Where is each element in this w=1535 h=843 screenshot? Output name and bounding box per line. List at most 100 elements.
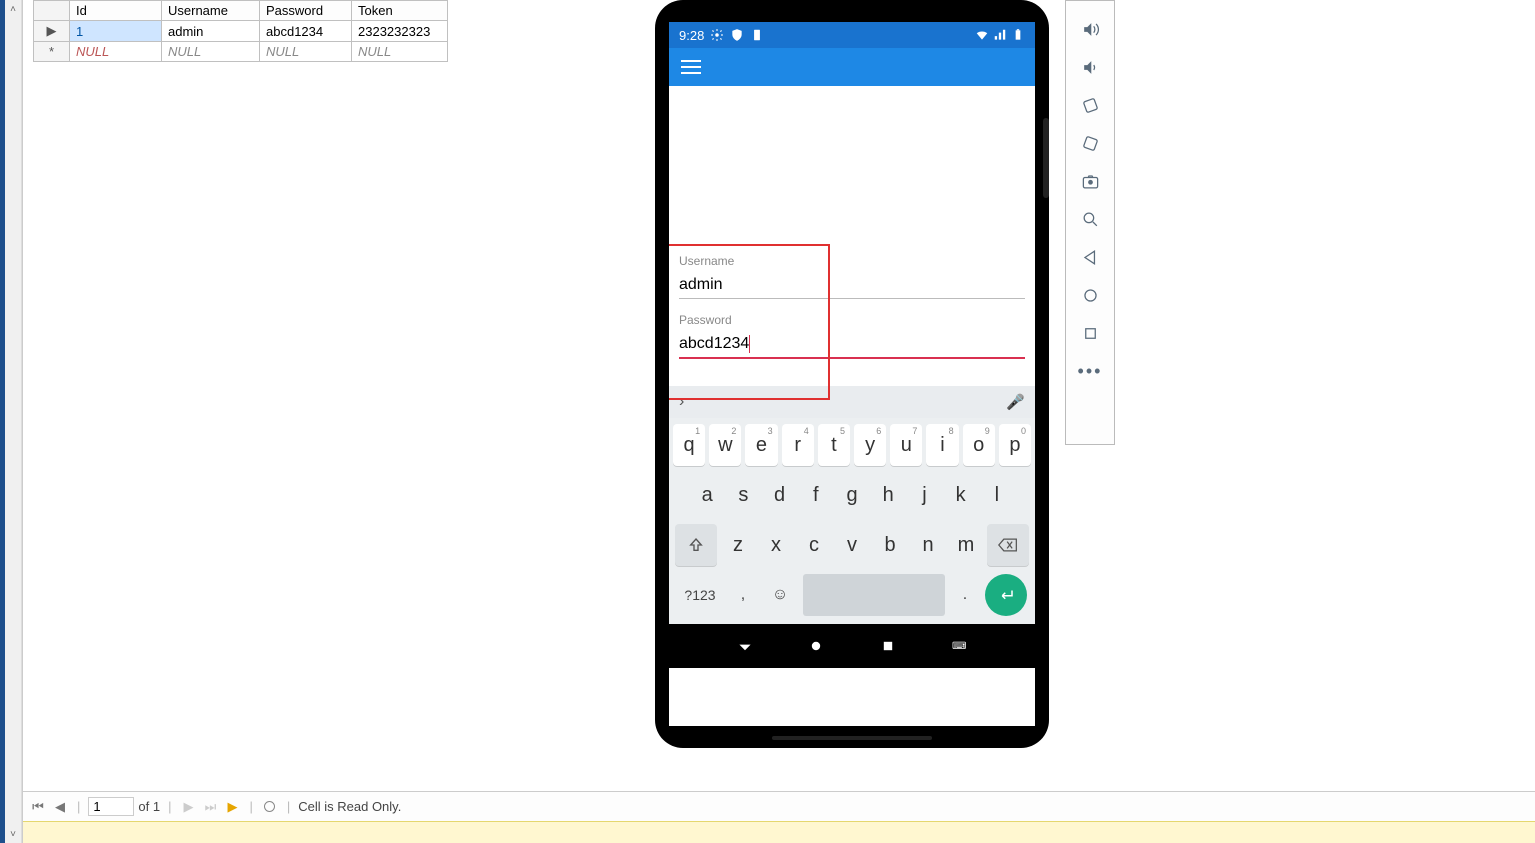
key-j[interactable]: j: [908, 474, 940, 516]
datagrid-navigator: ⏮ ◀ | of 1 | ▶ ⏭ ▶ | | Cell is Read Only…: [23, 791, 1535, 821]
zoom-button[interactable]: [1074, 203, 1106, 235]
table-row[interactable]: * NULL NULL NULL NULL: [34, 42, 448, 62]
comma-key[interactable]: ,: [729, 574, 757, 616]
emu-home-button[interactable]: [1074, 279, 1106, 311]
row-marker[interactable]: ▶: [34, 21, 70, 42]
key-o[interactable]: o9: [963, 424, 995, 466]
key-g[interactable]: g: [836, 474, 868, 516]
cell-username[interactable]: admin: [162, 21, 260, 42]
nav-home-button[interactable]: [806, 636, 826, 656]
nav-keyboard-button[interactable]: ⌨: [949, 636, 969, 656]
username-input[interactable]: admin: [679, 272, 1025, 299]
numeric-key[interactable]: ?123: [677, 574, 723, 616]
keyboard-row-bottom: ?123 , ☺ .: [673, 574, 1031, 622]
key-p[interactable]: p0: [999, 424, 1031, 466]
key-w[interactable]: w2: [709, 424, 741, 466]
nav-current-row-input[interactable]: [88, 797, 134, 816]
enter-key[interactable]: [985, 574, 1027, 616]
cell-username[interactable]: NULL: [162, 42, 260, 62]
screenshot-button[interactable]: [1074, 165, 1106, 197]
backspace-key[interactable]: [987, 524, 1029, 566]
key-b[interactable]: b: [873, 524, 907, 566]
header-id[interactable]: Id: [70, 1, 162, 21]
key-x[interactable]: x: [759, 524, 793, 566]
signal-icon: [993, 28, 1007, 42]
header-username[interactable]: Username: [162, 1, 260, 21]
key-f[interactable]: f: [800, 474, 832, 516]
emoji-key[interactable]: ☺: [763, 574, 797, 616]
nav-add-icon[interactable]: ▶: [223, 798, 241, 816]
status-strip: [23, 821, 1535, 843]
volume-up-button[interactable]: [1074, 13, 1106, 45]
hamburger-icon[interactable]: [681, 60, 701, 74]
data-grid[interactable]: Id Username Password Token ▶ 1 admin abc…: [33, 0, 448, 62]
key-a[interactable]: a: [691, 474, 723, 516]
mic-icon[interactable]: 🎤: [1006, 393, 1025, 411]
cell-token[interactable]: 2323232323: [352, 21, 448, 42]
key-t[interactable]: t5: [818, 424, 850, 466]
key-i[interactable]: i8: [926, 424, 958, 466]
cell-token[interactable]: NULL: [352, 42, 448, 62]
cell-password[interactable]: abcd1234: [260, 21, 352, 42]
header-token[interactable]: Token: [352, 1, 448, 21]
nav-of-label: of 1: [138, 799, 160, 814]
emu-back-button[interactable]: [1074, 241, 1106, 273]
chevron-right-icon[interactable]: ›: [679, 393, 684, 411]
sim-icon: [750, 28, 764, 42]
scroll-up-arrow[interactable]: ˄: [5, 0, 21, 18]
key-k[interactable]: k: [945, 474, 977, 516]
soft-keyboard[interactable]: q1w2e3r4t5y6u7i8o9p0 asdfghjkl zxcvbnm ?…: [669, 418, 1035, 624]
key-s[interactable]: s: [727, 474, 759, 516]
rotate-left-button[interactable]: [1074, 89, 1106, 121]
volume-down-button[interactable]: [1074, 51, 1106, 83]
scroll-down-arrow[interactable]: ˅: [5, 825, 21, 843]
cell-id[interactable]: 1: [70, 21, 162, 42]
cell-password[interactable]: NULL: [260, 42, 352, 62]
app-body: Username admin Password abcd1234: [669, 86, 1035, 386]
row-marker[interactable]: *: [34, 42, 70, 62]
username-label: Username: [679, 254, 1025, 268]
key-c[interactable]: c: [797, 524, 831, 566]
emu-recent-button[interactable]: [1074, 317, 1106, 349]
key-n[interactable]: n: [911, 524, 945, 566]
content-area: Id Username Password Token ▶ 1 admin abc…: [22, 0, 1535, 843]
shift-key[interactable]: [675, 524, 717, 566]
shield-icon: [730, 28, 744, 42]
nav-stop-icon[interactable]: [261, 798, 279, 816]
nav-last-icon[interactable]: ⏭: [201, 798, 219, 816]
rotate-right-button[interactable]: [1074, 127, 1106, 159]
nav-next-icon[interactable]: ▶: [179, 798, 197, 816]
keyboard-row-3: zxcvbnm: [673, 524, 1031, 566]
nav-prev-icon[interactable]: ◀: [51, 798, 69, 816]
emu-more-button[interactable]: •••: [1074, 355, 1106, 387]
space-key[interactable]: [803, 574, 945, 616]
key-y[interactable]: y6: [854, 424, 886, 466]
nav-back-button[interactable]: [735, 636, 755, 656]
corner-cell: [34, 1, 70, 21]
header-password[interactable]: Password: [260, 1, 352, 21]
login-form: Username admin Password abcd1234: [679, 254, 1025, 359]
nav-recent-button[interactable]: [878, 636, 898, 656]
home-indicator: [772, 736, 932, 740]
key-r[interactable]: r4: [782, 424, 814, 466]
key-e[interactable]: e3: [745, 424, 777, 466]
vertical-scrollbar[interactable]: ˄ ˅: [5, 0, 22, 843]
key-u[interactable]: u7: [890, 424, 922, 466]
key-l[interactable]: l: [981, 474, 1013, 516]
key-m[interactable]: m: [949, 524, 983, 566]
key-h[interactable]: h: [872, 474, 904, 516]
phone-side-button: [1043, 118, 1049, 198]
password-input[interactable]: abcd1234: [679, 331, 1025, 359]
emulator-phone-frame: 9:28 Username: [655, 0, 1049, 748]
keyboard-suggestion-bar[interactable]: › 🎤: [669, 386, 1035, 418]
nav-first-icon[interactable]: ⏮: [29, 798, 47, 816]
status-time: 9:28: [679, 28, 704, 43]
key-z[interactable]: z: [721, 524, 755, 566]
cell-id[interactable]: NULL: [70, 42, 162, 62]
key-v[interactable]: v: [835, 524, 869, 566]
period-key[interactable]: .: [951, 574, 979, 616]
battery-icon: [1011, 28, 1025, 42]
key-d[interactable]: d: [763, 474, 795, 516]
table-row[interactable]: ▶ 1 admin abcd1234 2323232323: [34, 21, 448, 42]
key-q[interactable]: q1: [673, 424, 705, 466]
